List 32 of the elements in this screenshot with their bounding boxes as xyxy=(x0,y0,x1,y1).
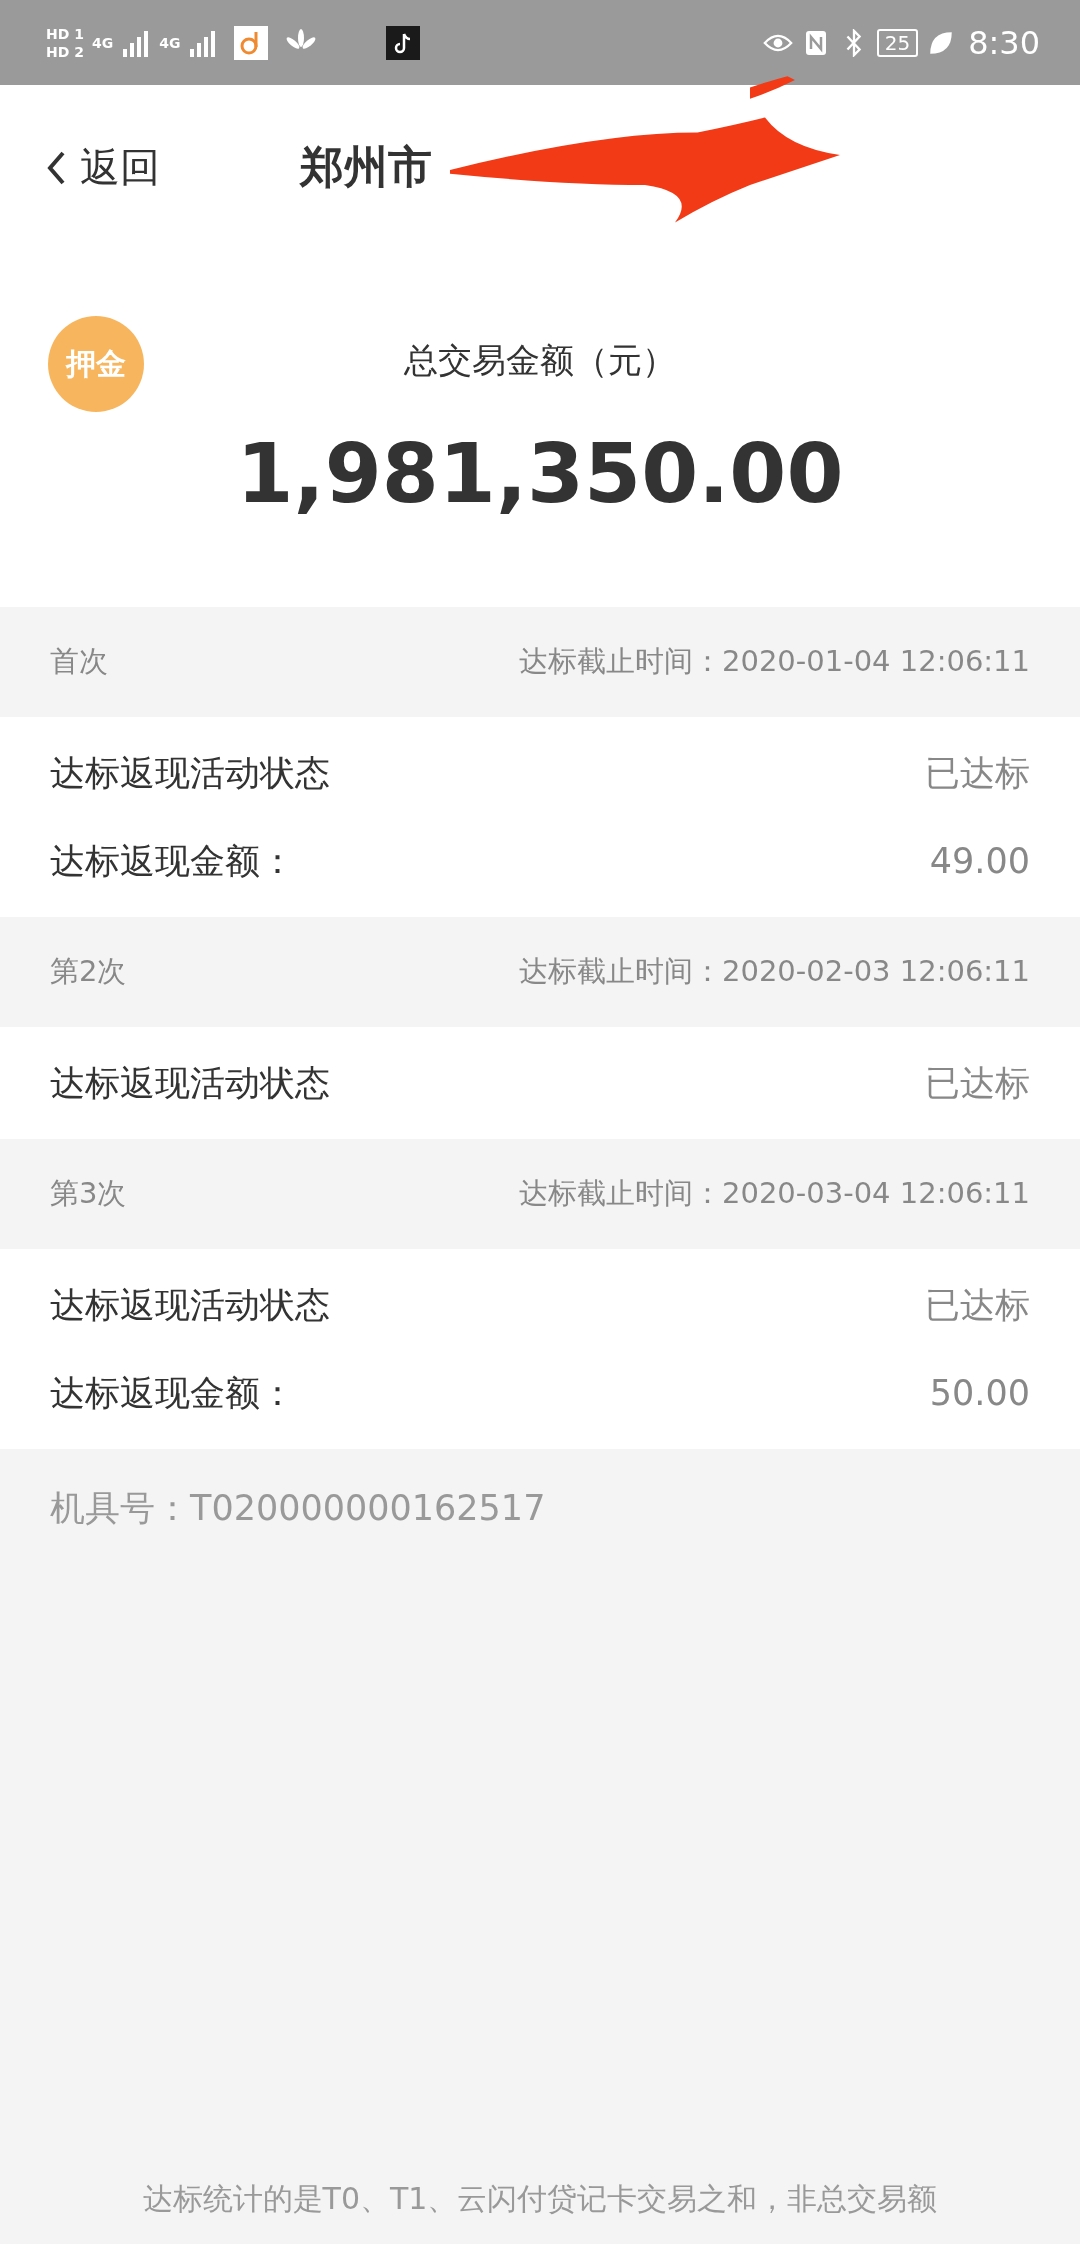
period-label: 首次 xyxy=(50,643,108,680)
row-value: 已达标 xyxy=(925,1061,1030,1105)
app-icon xyxy=(234,25,269,60)
back-icon xyxy=(46,149,66,186)
row-label: 达标返现金额： xyxy=(50,839,295,883)
footnote: 达标统计的是T0、T1、云闪付贷记卡交易之和，非总交易额 xyxy=(141,2180,939,2218)
deadline-text: 达标截止时间：2020-01-04 12:06:11 xyxy=(519,643,1030,680)
period-label: 第2次 xyxy=(50,953,127,990)
battery-icon: 25 xyxy=(876,28,919,57)
row-label: 达标返现金额： xyxy=(50,1371,295,1415)
total-label: 总交易金额（元） xyxy=(404,339,676,382)
network-label: 4G xyxy=(159,34,181,51)
row-value: 50.00 xyxy=(929,1373,1030,1413)
clock: 8:30 xyxy=(968,23,1040,62)
music-note-icon xyxy=(386,25,421,60)
row-label: 达标返现活动状态 xyxy=(50,1283,330,1327)
row-value: 49.00 xyxy=(929,841,1030,881)
sim-label: HD 2 xyxy=(46,43,84,60)
page-title: 郑州市 xyxy=(300,140,432,194)
total-amount: 1,981,350.00 xyxy=(236,426,844,521)
network-label: 4G xyxy=(91,34,114,51)
sim-label: HD 1 xyxy=(46,25,84,42)
deadline-text: 达标截止时间：2020-02-03 12:06:11 xyxy=(519,953,1030,990)
row-value: 已达标 xyxy=(925,751,1030,795)
device-number: 机具号：T020000000162517 xyxy=(49,1487,547,1530)
period-label: 第3次 xyxy=(50,1175,127,1212)
deposit-badge: 押金 xyxy=(48,316,144,412)
row-label: 达标返现活动状态 xyxy=(50,751,330,795)
back-button[interactable]: 返回 xyxy=(46,140,160,195)
row-label: 达标返现活动状态 xyxy=(50,1061,330,1105)
row-value: 已达标 xyxy=(925,1283,1030,1327)
deadline-text: 达标截止时间：2020-03-04 12:06:11 xyxy=(519,1175,1030,1212)
